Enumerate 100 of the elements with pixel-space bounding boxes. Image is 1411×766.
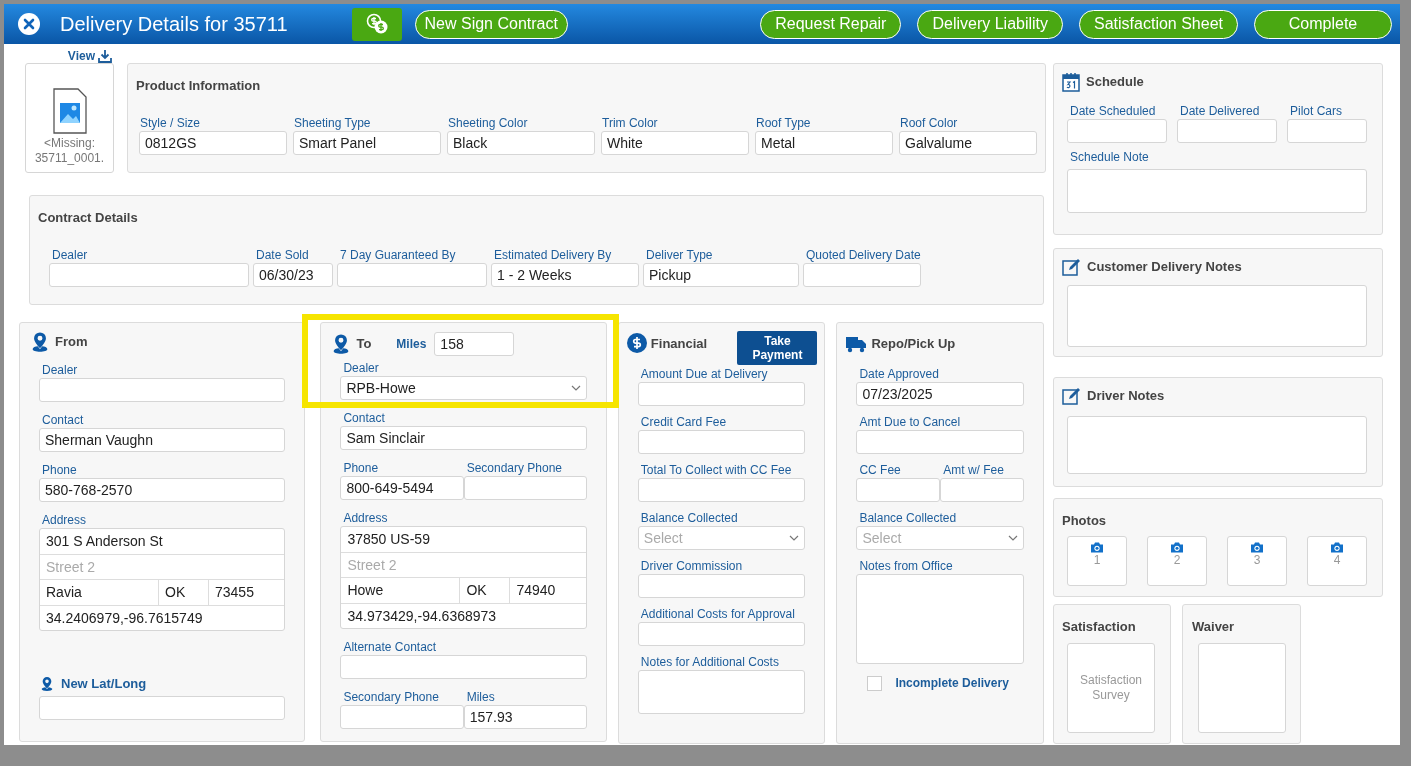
panel-title: Financial <box>650 335 708 353</box>
field-label: Credit Card Fee <box>639 415 727 429</box>
city-field[interactable]: Ravia <box>40 580 158 605</box>
input-field[interactable]: 157.93 <box>463 705 587 729</box>
panel-title: Repo/Pick Up <box>871 335 956 353</box>
checkbox-label: Incomplete Delivery <box>895 675 1009 692</box>
missing-image-text: <Missing: 35711_0001. <box>33 136 106 166</box>
notes-field[interactable] <box>1067 284 1367 347</box>
field-label: Phone <box>342 461 379 475</box>
panel-title: Photos <box>1062 513 1107 528</box>
panel-title: Schedule <box>1086 73 1144 92</box>
coins-icon <box>364 13 389 35</box>
notes-field[interactable] <box>1067 169 1367 213</box>
input-field[interactable]: White <box>601 131 749 155</box>
field-label: Balance Collected <box>639 511 738 525</box>
view-link[interactable]: View <box>67 47 95 65</box>
panel-title: Product Information <box>136 78 261 93</box>
input-field[interactable]: 800-649-5494 <box>340 476 464 500</box>
download-icon[interactable] <box>98 49 112 63</box>
field-label: Amt Due to Cancel <box>858 415 961 429</box>
input-field[interactable] <box>637 430 806 454</box>
payment-button[interactable] <box>351 7 402 41</box>
field-label: Notes for Additional Costs <box>639 655 779 669</box>
input-field[interactable] <box>856 430 1024 454</box>
input-field[interactable] <box>1287 119 1367 143</box>
chevron-down-icon <box>789 535 800 541</box>
input-field[interactable] <box>49 263 249 287</box>
input-field[interactable] <box>39 378 286 402</box>
street-field[interactable]: 301 S Anderson St <box>40 529 285 554</box>
field-label: Notes from Office <box>858 559 953 573</box>
input-field[interactable]: Galvalume <box>899 131 1037 155</box>
input-field[interactable]: 06/30/23 <box>253 263 333 287</box>
coordinates-field[interactable]: 34.2406979,-96.7615749 <box>40 605 285 630</box>
input-field[interactable]: Metal <box>755 131 893 155</box>
field-label: Sheeting Type <box>293 116 372 130</box>
state-field[interactable]: OK <box>459 578 510 603</box>
panel-title: Waiver <box>1192 619 1235 634</box>
input-field[interactable] <box>1177 119 1277 143</box>
survey-text: Satisfaction Survey <box>1078 673 1143 703</box>
select-field[interactable]: RPB-Howe <box>340 376 587 400</box>
field-label: Contact <box>41 413 84 427</box>
notes-field[interactable] <box>1067 415 1367 474</box>
zip-field[interactable]: 74940 <box>509 578 586 603</box>
input-field[interactable] <box>39 696 286 720</box>
street-field[interactable]: 37850 US-59 <box>341 527 586 552</box>
input-field[interactable] <box>637 622 806 646</box>
input-field[interactable] <box>803 263 921 287</box>
input-field[interactable]: 580-768-2570 <box>39 478 286 502</box>
notes-field[interactable] <box>637 670 806 714</box>
field-label: Total To Collect with CC Fee <box>639 463 792 477</box>
input-field[interactable]: Sherman Vaughn <box>39 428 286 452</box>
input-field[interactable]: Sam Sinclair <box>340 426 587 450</box>
field-label: Additional Costs for Approval <box>639 607 795 621</box>
coordinates-field[interactable]: 34.973429,-94.6368973 <box>341 603 586 628</box>
input-field[interactable]: Smart Panel <box>293 131 441 155</box>
input-field[interactable]: Pickup <box>643 263 799 287</box>
input-field[interactable] <box>637 382 806 406</box>
field-label: Deliver Type <box>645 248 714 262</box>
map-pin-icon <box>39 674 55 694</box>
field-label: Roof Color <box>899 116 959 130</box>
checkbox[interactable] <box>867 675 883 691</box>
close-icon[interactable] <box>18 13 40 35</box>
field-label: Dealer <box>51 248 89 262</box>
input-field[interactable] <box>337 263 487 287</box>
field-label: Balance Collected <box>858 511 957 525</box>
camera-icon <box>1090 542 1104 553</box>
field-label: Quoted Delivery Date <box>805 248 921 262</box>
field-label: Trim Color <box>601 116 659 130</box>
input-field[interactable]: 1 - 2 Weeks <box>491 263 639 287</box>
field-label: 7 Day Guaranteed By <box>339 248 457 262</box>
take-payment-button[interactable]: Take Payment <box>737 331 818 365</box>
city-field[interactable]: Howe <box>341 578 460 603</box>
input-field[interactable] <box>340 705 464 729</box>
input-field[interactable] <box>637 478 806 502</box>
window-title: Delivery Details for 35711 <box>60 12 288 37</box>
field-label: Secondary Phone <box>342 690 439 704</box>
field-label: Date Delivered <box>1179 104 1261 118</box>
input-field[interactable] <box>463 476 587 500</box>
notes-field[interactable] <box>856 574 1024 664</box>
input-field[interactable]: Black <box>447 131 595 155</box>
field-label: Amt w/ Fee <box>942 463 1004 477</box>
input-field[interactable] <box>340 655 587 679</box>
input-field[interactable] <box>637 574 806 598</box>
field-label: Pilot Cars <box>1289 104 1343 118</box>
input-field[interactable]: 158 <box>434 332 515 356</box>
input-field[interactable]: 07/23/2025 <box>856 382 1024 406</box>
field-label: Date Scheduled <box>1069 104 1157 118</box>
state-field[interactable]: OK <box>158 580 208 605</box>
input-field[interactable] <box>1067 119 1167 143</box>
input-field[interactable] <box>856 478 941 502</box>
zip-field[interactable]: 73455 <box>208 580 285 605</box>
input-field[interactable]: 0812GS <box>139 131 287 155</box>
input-field[interactable] <box>940 478 1024 502</box>
field-label: Alternate Contact <box>342 640 437 654</box>
field-label: Amount Due at Delivery <box>639 367 768 381</box>
field-label: Dealer <box>41 363 78 377</box>
waiver-tile[interactable] <box>1198 643 1286 733</box>
field-label: Address <box>41 513 87 527</box>
image-thumbnail[interactable]: <Missing: 35711_0001. <box>25 63 114 173</box>
field-label: Miles <box>396 336 427 353</box>
